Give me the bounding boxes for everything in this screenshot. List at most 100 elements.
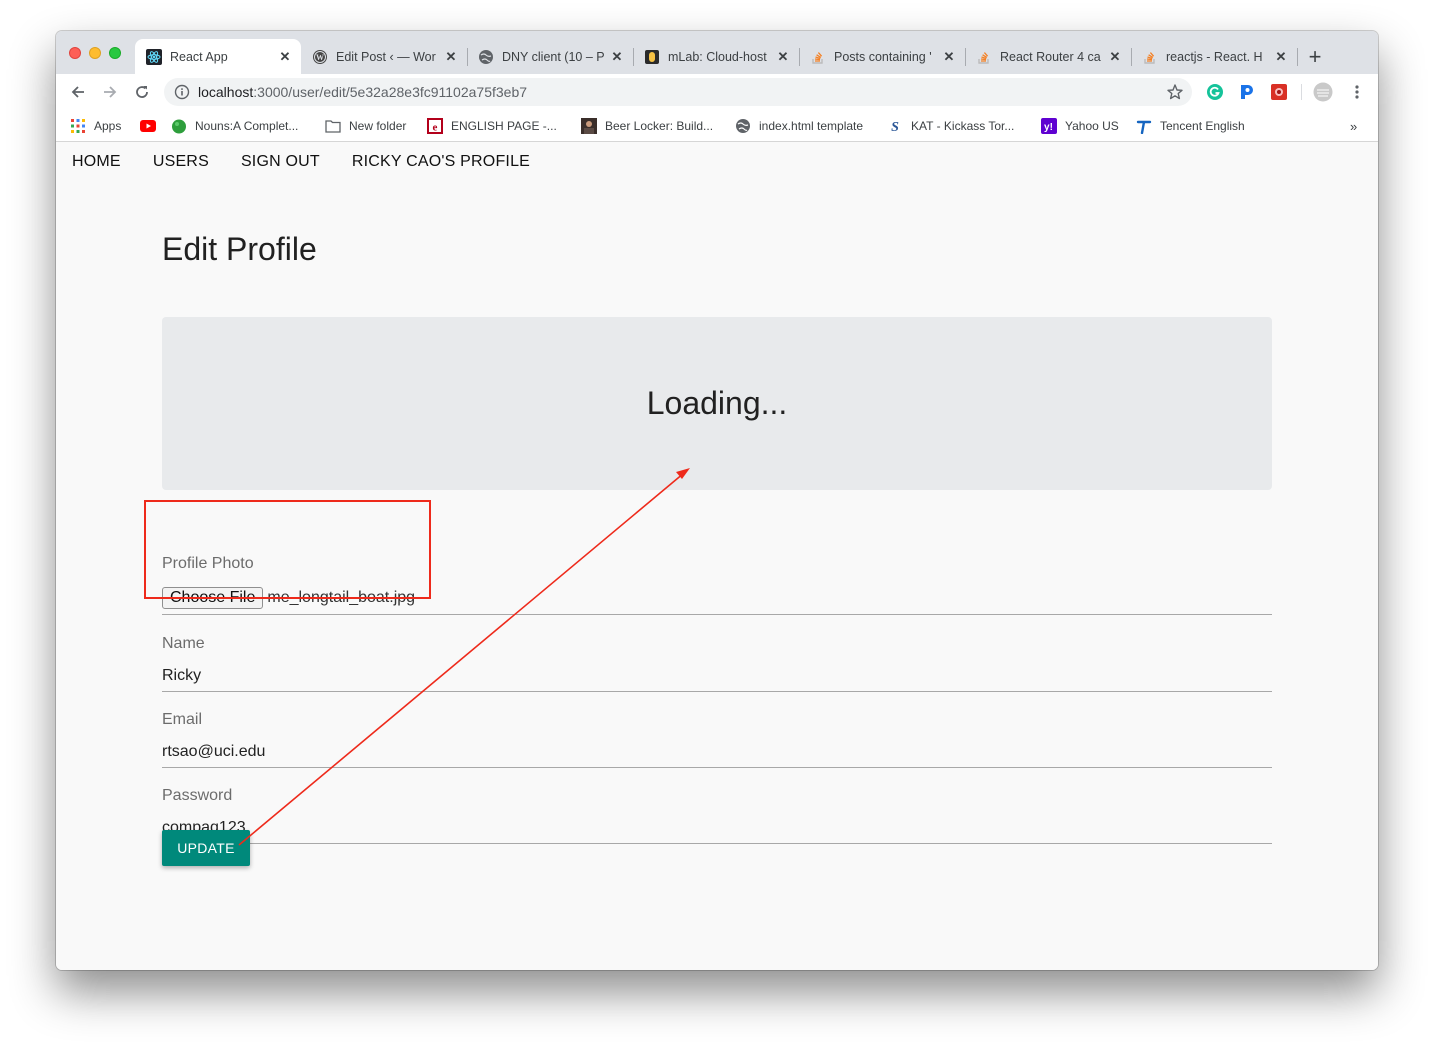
password-field: Password compaq123 <box>162 787 1272 844</box>
back-arrow-icon <box>71 86 84 98</box>
bookmark-label: Apps <box>94 119 122 133</box>
url-text: localhost:3000/user/edit/5e32a28e3fc9110… <box>198 84 527 100</box>
new-tab-button[interactable]: + <box>1305 46 1325 68</box>
bookmark-label: Nouns:A Complet... <box>195 119 299 133</box>
green-blob-icon <box>171 118 187 134</box>
wordpress-icon: W <box>312 49 328 65</box>
nav-profile[interactable]: RICKY CAO'S PROFILE <box>352 153 530 171</box>
reload-button[interactable] <box>132 82 152 102</box>
bookmarks-bar: Apps Nouns:A Complet... New folder e ENG… <box>56 110 1378 142</box>
tab-mlab[interactable]: mLab: Cloud-host ✕ <box>633 39 800 74</box>
stackoverflow-icon <box>810 49 826 65</box>
bookmark-tencent[interactable]: Tencent English <box>1136 118 1245 134</box>
password-input[interactable]: compaq123 <box>162 819 1272 837</box>
tab-strip: React App ✕ W Edit Post ‹ — Wor ✕ DNY cl… <box>56 31 1378 74</box>
bookmark-kat[interactable]: S KAT - Kickass Tor... <box>887 118 1014 134</box>
email-label: Email <box>162 711 203 728</box>
bookmark-label: KAT - Kickass Tor... <box>911 119 1015 133</box>
profile-photo-label: Profile Photo <box>162 555 254 572</box>
email-input[interactable]: rtsao@uci.edu <box>162 743 1272 761</box>
bookmark-yahoo[interactable]: y! Yahoo US <box>1041 118 1119 134</box>
more-menu-icon[interactable] <box>1348 83 1366 101</box>
info-icon[interactable] <box>174 84 190 100</box>
avatar-thumb-icon <box>581 118 597 134</box>
svg-text:W: W <box>316 53 324 62</box>
name-input[interactable]: Ricky <box>162 667 1272 685</box>
pushbullet-icon[interactable] <box>1238 83 1256 101</box>
extension-red-icon[interactable] <box>1270 83 1288 101</box>
star-icon[interactable] <box>1166 83 1184 101</box>
tab-title: Posts containing ' <box>834 49 932 64</box>
bookmark-label: Yahoo US <box>1065 119 1119 133</box>
apps-grid-icon <box>70 118 86 134</box>
field-underline <box>162 843 1272 844</box>
tab-react-router[interactable]: React Router 4 ca ✕ <box>965 39 1132 74</box>
choose-file-button[interactable]: Choose File <box>162 587 264 609</box>
back-button[interactable] <box>68 82 88 102</box>
email-field: Email rtsao@uci.edu <box>162 711 1272 768</box>
toolbar-divider <box>1301 84 1302 100</box>
close-icon[interactable]: ✕ <box>1273 49 1289 65</box>
react-icon <box>146 48 162 65</box>
bookmark-new-folder[interactable]: New folder <box>325 118 406 134</box>
selected-file-name: me_longtail_boat.jpg <box>267 589 416 606</box>
bookmark-label: index.html template <box>759 119 864 133</box>
close-icon[interactable]: ✕ <box>775 49 791 65</box>
page-content: HOME USERS SIGN OUT RICKY CAO'S PROFILE … <box>56 142 1378 970</box>
tencent-icon <box>1136 118 1152 134</box>
tab-title: reactjs - React. H <box>1166 49 1263 64</box>
yahoo-icon: y! <box>1041 118 1057 134</box>
tab-title: Edit Post ‹ — Wor <box>336 49 436 64</box>
minimize-window-button[interactable] <box>89 47 101 59</box>
reload-icon <box>136 86 148 98</box>
bookmark-nouns[interactable]: Nouns:A Complet... <box>171 118 298 134</box>
tab-title: mLab: Cloud-host <box>668 49 767 64</box>
svg-text:S: S <box>891 120 899 134</box>
field-underline <box>162 691 1272 692</box>
bookmark-youtube[interactable] <box>140 118 164 134</box>
bookmark-index-template[interactable]: index.html template <box>735 118 863 134</box>
close-icon[interactable]: ✕ <box>1107 49 1123 65</box>
englishpage-icon: e <box>427 118 443 134</box>
address-bar[interactable]: localhost:3000/user/edit/5e32a28e3fc9110… <box>164 78 1192 106</box>
photo-preview-panel: Loading... <box>162 317 1272 490</box>
close-window-button[interactable] <box>69 47 81 59</box>
tab-posts-containing[interactable]: Posts containing ' ✕ <box>799 39 966 74</box>
profile-avatar[interactable] <box>1313 82 1333 102</box>
file-input[interactable]: Choose File me_longtail_boat.jpg <box>162 587 1272 609</box>
close-icon[interactable]: ✕ <box>941 49 957 65</box>
name-field: Name Ricky <box>162 635 1272 692</box>
browser-toolbar: localhost:3000/user/edit/5e32a28e3fc9110… <box>56 74 1378 110</box>
bookmark-apps[interactable]: Apps <box>70 118 121 134</box>
folder-icon <box>325 118 341 134</box>
tab-react-app[interactable]: React App ✕ <box>135 39 301 74</box>
close-icon[interactable]: ✕ <box>277 49 293 65</box>
forward-button[interactable] <box>100 82 120 102</box>
tab-dny-client[interactable]: DNY client (10 – P ✕ <box>467 39 634 74</box>
maximize-window-button[interactable] <box>109 47 121 59</box>
close-icon[interactable]: ✕ <box>443 49 459 65</box>
stackoverflow-icon <box>976 49 992 65</box>
loading-text: Loading... <box>646 385 788 421</box>
youtube-icon <box>140 118 156 134</box>
bookmarks-overflow-button[interactable]: » <box>1350 118 1357 134</box>
tab-reactjs[interactable]: reactjs - React. H ✕ <box>1131 39 1298 74</box>
nav-users[interactable]: USERS <box>153 153 209 171</box>
grammarly-icon[interactable] <box>1206 83 1224 101</box>
tab-edit-post[interactable]: W Edit Post ‹ — Wor ✕ <box>301 39 468 74</box>
name-label: Name <box>162 635 205 652</box>
field-underline <box>162 614 1272 615</box>
bookmark-beer-locker[interactable]: Beer Locker: Build... <box>581 118 713 134</box>
bookmark-label: New folder <box>349 119 407 133</box>
update-button[interactable]: UPDATE <box>162 830 250 866</box>
main-nav: HOME USERS SIGN OUT RICKY CAO'S PROFILE <box>72 153 562 171</box>
mlab-icon <box>644 49 660 65</box>
stackoverflow-icon <box>1142 49 1158 65</box>
tab-title: DNY client (10 – P <box>502 49 605 64</box>
close-icon[interactable]: ✕ <box>609 49 625 65</box>
url-host: localhost <box>198 84 254 100</box>
nav-sign-out[interactable]: SIGN OUT <box>241 153 320 171</box>
bookmark-english-page[interactable]: e ENGLISH PAGE -... <box>427 118 557 134</box>
nav-home[interactable]: HOME <box>72 153 121 171</box>
bookmark-label: ENGLISH PAGE -... <box>451 119 557 133</box>
